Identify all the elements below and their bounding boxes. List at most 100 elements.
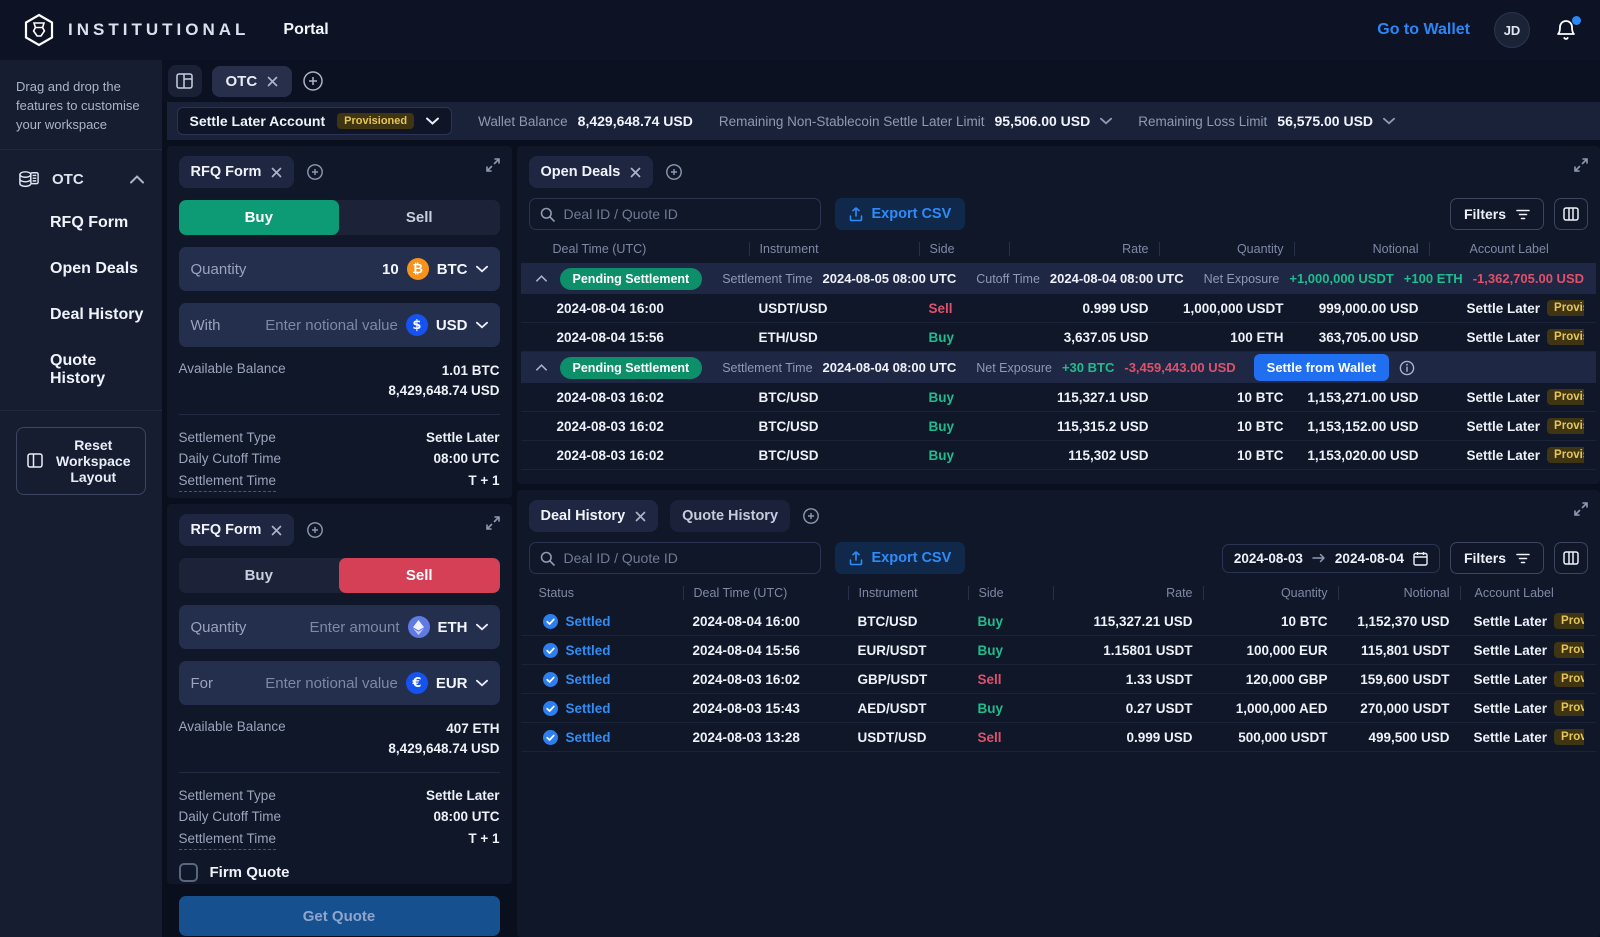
sidebar: Drag and drop the features to customise …	[0, 60, 162, 937]
quote-history-tab[interactable]: Quote History	[670, 500, 791, 532]
open-deal-row: 2024-08-04 15:56 ETH/USD Buy 3,637.05 US…	[520, 323, 1596, 352]
quantity-placeholder[interactable]: Enter amount	[309, 619, 399, 636]
quantity-value[interactable]: 10	[382, 261, 399, 278]
open-deal-row: 2024-08-03 16:02 BTC/USD Buy 115,327.1 U…	[520, 383, 1596, 412]
settlement-group-header: Pending Settlement Settlement Time 2024-…	[520, 352, 1596, 383]
portal-link[interactable]: Portal	[283, 21, 328, 39]
deal-history-tab[interactable]: Deal History	[528, 500, 659, 532]
status-badge: Pending Settlement	[559, 267, 703, 290]
reset-workspace-button[interactable]: Reset Workspace Layout	[16, 426, 146, 495]
sidebar-item-rfq-form[interactable]: RFQ Form	[0, 200, 162, 246]
close-icon[interactable]	[630, 167, 641, 178]
export-csv-button[interactable]: Export CSV	[834, 542, 966, 574]
deal-search[interactable]	[528, 542, 821, 574]
search-input[interactable]	[563, 550, 810, 566]
wallet-balance-metric: Wallet Balance 8,429,648.74 USD	[478, 113, 693, 129]
date-from: 2024-08-03	[1233, 550, 1303, 566]
buy-button[interactable]: Buy	[178, 200, 340, 235]
brand-name: INSTITUTIONAL	[68, 20, 250, 39]
close-icon[interactable]	[635, 511, 646, 522]
non-stablecoin-limit-metric: Remaining Non-Stablecoin Settle Later Li…	[719, 113, 1113, 129]
sidebar-section-otc[interactable]: OTC	[0, 150, 162, 200]
notional-field[interactable]: For Enter notional value € EUR	[178, 661, 500, 705]
close-icon[interactable]	[271, 525, 282, 536]
otc-icon	[18, 170, 40, 190]
chevron-down-icon	[426, 117, 440, 125]
circle-plus-icon[interactable]	[665, 163, 683, 181]
go-to-wallet-link[interactable]: Go to Wallet	[1377, 21, 1470, 39]
arrow-right-icon	[1312, 553, 1326, 563]
deal-search[interactable]	[528, 198, 821, 230]
info-icon[interactable]	[1399, 360, 1415, 376]
rfq-form-tab[interactable]: RFQ Form	[178, 156, 295, 188]
expand-icon[interactable]	[1574, 158, 1588, 172]
notifications-button[interactable]	[1554, 16, 1581, 42]
base-currency-selector[interactable]: ₿ BTC	[406, 258, 488, 280]
add-workspace-tab-button[interactable]	[302, 70, 324, 92]
expand-icon[interactable]	[485, 516, 500, 530]
get-quote-button[interactable]: Get Quote	[178, 896, 500, 937]
close-icon[interactable]	[267, 76, 278, 87]
provisioned-badge: Provisioned	[1547, 300, 1584, 316]
firm-quote-option[interactable]: Firm Quote	[178, 863, 500, 883]
search-input[interactable]	[563, 206, 810, 222]
user-avatar[interactable]: JD	[1494, 12, 1530, 48]
chevron-down-icon[interactable]	[1383, 117, 1396, 125]
columns-icon	[1563, 207, 1579, 221]
settlement-time-label: Settlement Time	[178, 470, 277, 493]
base-currency-selector[interactable]: ETH	[407, 616, 488, 638]
open-deal-row: 2024-08-03 16:02 BTC/USD Buy 115,302 USD…	[520, 441, 1596, 470]
quantity-field[interactable]: Quantity Enter amount ETH	[178, 605, 500, 649]
circle-plus-icon[interactable]	[306, 521, 324, 539]
notional-placeholder[interactable]: Enter notional value	[265, 317, 398, 334]
notional-placeholder[interactable]: Enter notional value	[265, 675, 398, 692]
filters-button[interactable]: Filters	[1449, 542, 1544, 574]
sidebar-item-quote-history[interactable]: Quote History	[0, 338, 162, 402]
expand-icon[interactable]	[1574, 502, 1588, 516]
settlement-type-label: Settlement Type	[178, 429, 276, 445]
sidebar-section-label: OTC	[52, 171, 84, 189]
available-base-balance: 407 ETH	[446, 721, 500, 736]
filter-icon	[1516, 209, 1530, 220]
rfq-form-tab[interactable]: RFQ Form	[178, 514, 295, 546]
account-selector[interactable]: Settle Later Account Provisioned	[176, 107, 453, 135]
sell-button[interactable]: Sell	[339, 200, 500, 235]
deal-history-header-row: Status Deal Time (UTC) Instrument Side R…	[517, 582, 1600, 607]
sell-button[interactable]: Sell	[339, 558, 500, 593]
workspace-hint: Drag and drop the features to customise …	[0, 60, 162, 150]
notification-dot	[1572, 16, 1581, 25]
workspace-layout-button[interactable]	[167, 65, 202, 97]
quote-currency-selector[interactable]: € EUR	[405, 672, 488, 694]
notional-field[interactable]: With Enter notional value $ USD	[178, 303, 500, 347]
sidebar-item-open-deals[interactable]: Open Deals	[0, 246, 162, 292]
brand: INSTITUTIONAL	[22, 13, 249, 47]
provisioned-badge: Provisioned	[1547, 447, 1584, 463]
expand-icon[interactable]	[485, 158, 500, 172]
export-csv-button[interactable]: Export CSV	[834, 198, 966, 230]
buy-button[interactable]: Buy	[179, 558, 340, 593]
chevron-up-icon	[129, 175, 144, 184]
date-range-picker[interactable]: 2024-08-03 2024-08-04	[1221, 543, 1440, 573]
collapse-chevron-icon[interactable]	[533, 364, 550, 371]
column-settings-button[interactable]	[1554, 198, 1588, 230]
sidebar-item-deal-history[interactable]: Deal History	[0, 292, 162, 338]
firm-quote-checkbox[interactable]	[178, 863, 198, 883]
provisioned-badge: Provisioned	[1554, 729, 1584, 745]
settle-from-wallet-button[interactable]: Settle from Wallet	[1253, 354, 1389, 381]
quote-currency-selector[interactable]: $ USD	[405, 314, 488, 336]
daily-cutoff-value: 08:00 UTC	[433, 451, 500, 467]
column-settings-button[interactable]	[1554, 542, 1588, 574]
circle-plus-icon[interactable]	[802, 507, 820, 525]
available-balance-label: Available Balance	[178, 719, 286, 734]
open-deal-row: 2024-08-03 16:02 BTC/USD Buy 115,315.2 U…	[520, 412, 1596, 441]
circle-plus-icon[interactable]	[306, 163, 324, 181]
workspace-tab-otc[interactable]: OTC	[211, 65, 293, 97]
collapse-chevron-icon[interactable]	[533, 275, 550, 282]
open-deals-tab[interactable]: Open Deals	[528, 156, 654, 188]
filters-button[interactable]: Filters	[1449, 198, 1544, 230]
status-settled: Settled	[533, 671, 683, 687]
chevron-down-icon[interactable]	[1100, 117, 1113, 125]
quantity-field[interactable]: Quantity 10 ₿ BTC	[178, 247, 500, 291]
daily-cutoff-label: Daily Cutoff Time	[178, 809, 282, 825]
close-icon[interactable]	[271, 167, 282, 178]
